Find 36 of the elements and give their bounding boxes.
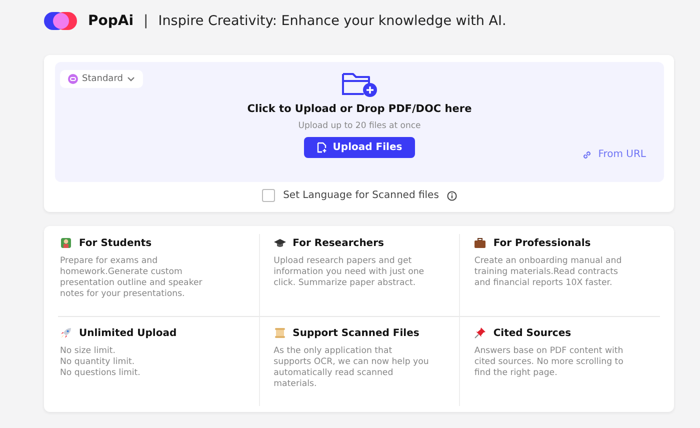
chevron-down-icon [126,76,135,82]
mode-icon [68,74,78,84]
file-plus-icon [316,142,327,153]
upload-files-button[interactable]: Upload Files [304,137,416,158]
info-icon[interactable] [446,190,457,200]
feature-description: Create an onboarding manual and training materials.Read contracts and financial reports 10X faster. [474,256,623,289]
rocket-icon [60,327,72,339]
feature-title: Cited Sources [493,328,572,338]
drop-title: Click to Upload or Drop PDF/DOC here [247,103,472,115]
brand-name: PopAi [88,13,134,29]
scroll-icon [274,327,286,339]
feature-description: No size limit. No quantity limit. No questions limit. [60,346,142,379]
student-icon [60,237,72,249]
separator: | [144,13,148,29]
language-checkbox[interactable] [262,189,276,202]
feature-description: Answers base on PDF content with cited sources. No more scrolling to find the right page. [474,346,624,379]
feature-title: For Students [79,238,152,248]
logo-icon [44,11,78,31]
drop-zone[interactable]: Standard Click to Upload or Drop PDF/DOC here Upload up to 20 files at once Upload Files From URL [55,62,664,182]
pushpin-icon [474,327,486,339]
graduation-cap-icon [274,237,286,249]
drop-subtitle: Upload up to 20 files at once [298,121,421,131]
language-label: Set Language for Scanned files [283,190,439,201]
tagline: Inspire Creativity: Enhance your knowledge with AI. [158,13,506,29]
from-url-link[interactable]: From URL [582,149,646,160]
feature-title: For Researchers [292,238,384,248]
feature-title: Unlimited Upload [79,328,177,338]
folder-plus-icon [340,70,378,98]
feature-title: For Professionals [493,238,591,248]
mode-dropdown[interactable]: Standard [60,70,143,88]
feature-description: Prepare for exams and homework.Generate custom presentation outline and speaker notes for your presentations. [60,256,204,300]
feature-description: Upload research papers and get information you need with just one click. Summarize paper abstract. [274,256,426,289]
link-icon [582,150,592,160]
briefcase-icon [474,237,486,249]
feature-description: As the only application that supports OCR, we can now help you automatically read scanned materials. [274,346,430,390]
feature-title: Support Scanned Files [292,328,420,338]
